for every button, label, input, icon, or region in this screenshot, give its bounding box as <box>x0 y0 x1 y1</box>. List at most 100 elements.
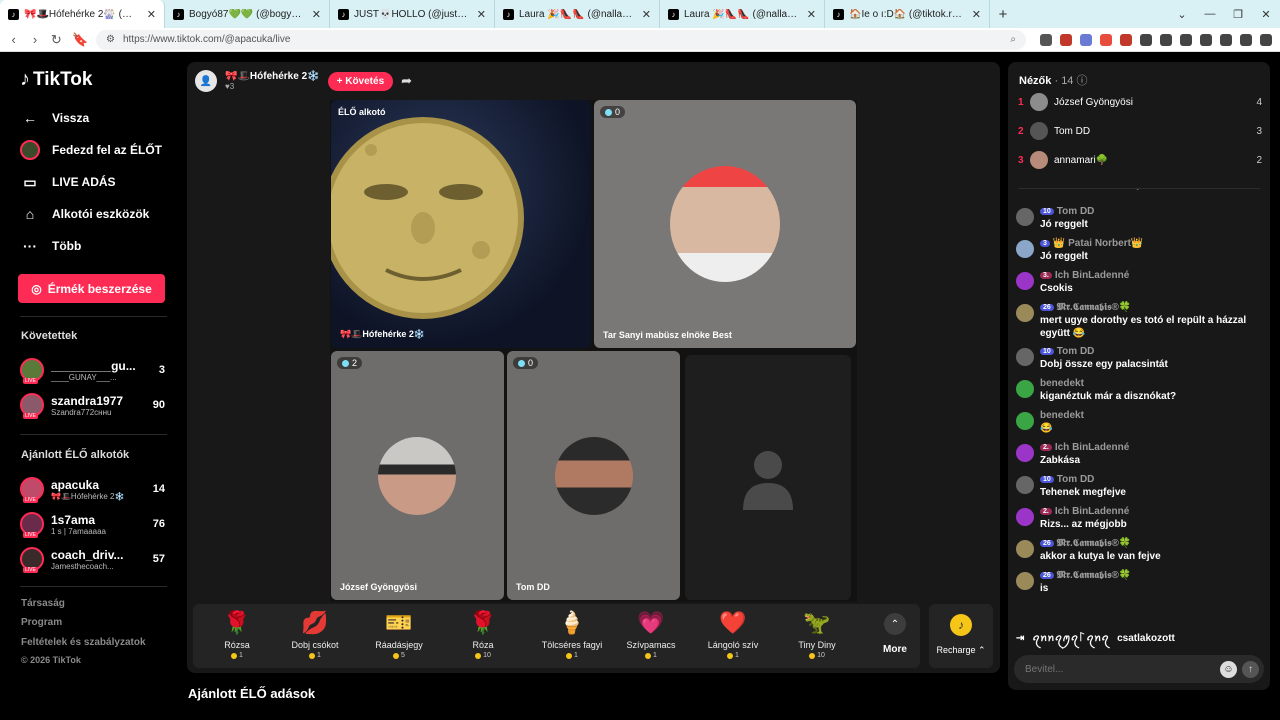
chat-message[interactable]: 2. Ich BinLadenné Rizs... az mégjobb <box>1016 506 1266 531</box>
chat-username[interactable]: 𝕸𝖗.𝕮𝖆𝖓𝖓𝖆𝖇𝖎𝖘®🍀 <box>1057 570 1132 581</box>
chat-username[interactable]: Ich BinLadenné <box>1055 442 1129 453</box>
close-tab-icon[interactable]: ✕ <box>312 8 321 21</box>
share-icon[interactable]: ➦ <box>401 73 412 89</box>
gift-item[interactable]: 🍦 Tölcséres fagyi 1 <box>527 610 617 666</box>
sidebar-icon[interactable] <box>1179 33 1192 46</box>
emoji-icon[interactable]: ☺ <box>1220 660 1237 678</box>
empty-guest-slot[interactable] <box>685 355 851 600</box>
footer-link-program[interactable]: Program <box>21 617 62 628</box>
gift-item[interactable]: 🦖 Tiny Diny 10 <box>777 610 857 666</box>
top-viewer-row[interactable]: 1 József Gyöngyösi 4 <box>1018 91 1262 113</box>
new-tab-button[interactable]: + <box>990 0 1016 28</box>
close-tab-icon[interactable]: ✕ <box>147 8 156 21</box>
follow-button[interactable]: + Követés <box>327 71 394 91</box>
browser-tab[interactable]: ♪ Laura 🎉👠👠 (@nalla2635) ÉLŐ ada ✕ <box>495 0 660 28</box>
bookmark-icon[interactable]: 🔖 <box>72 32 88 48</box>
privacy-extension-icon[interactable] <box>1079 33 1092 46</box>
color-extension-icon[interactable] <box>1099 33 1112 46</box>
download-icon[interactable] <box>1219 33 1232 46</box>
chat-username[interactable]: Ich BinLadenné <box>1055 270 1129 281</box>
gift-item[interactable]: 🎫 Ráadásjegy 5 <box>359 610 439 666</box>
tiktok-logo[interactable]: ♪ TikTok <box>20 68 92 91</box>
following-account[interactable]: LIVE _________gu... ____GUNAY___... 3 <box>20 354 165 386</box>
chat-message[interactable]: 3. Ich BinLadenné Csokis <box>1016 270 1266 295</box>
chat-username[interactable]: 👑 Patai Norbert👑 <box>1053 238 1143 249</box>
chat-message[interactable]: 10 Tom DD Tehenek megfejve <box>1016 474 1266 499</box>
chat-username[interactable]: 𝕸𝖗.𝕮𝖆𝖓𝖓𝖆𝖇𝖎𝖘®🍀 <box>1057 302 1132 313</box>
minimize-button[interactable]: — <box>1196 0 1224 28</box>
host-video-tile[interactable]: ÉLŐ alkotó 🎀🎩Hófehérke 2❄️ <box>331 100 591 348</box>
back-arrow-icon[interactable]: ‹ <box>8 32 19 47</box>
nav-creator-tools[interactable]: ⌂ Alkotói eszközök <box>20 198 170 230</box>
chat-username[interactable]: Tom DD <box>1057 346 1095 357</box>
chat-message[interactable]: 26 𝕸𝖗.𝕮𝖆𝖓𝖓𝖆𝖇𝖎𝖘®🍀 akkor a kutya le van fejv… <box>1016 538 1266 563</box>
recommended-account[interactable]: LIVE 1s7ama 1 s | 7amaaaaa 76 <box>20 508 165 540</box>
host-name[interactable]: 🎀🎩Hófehérke 2❄️ <box>225 71 320 82</box>
nav-go-live[interactable]: ▭ LIVE ADÁS <box>20 166 170 198</box>
site-info-icon[interactable]: ⚙ <box>106 34 115 45</box>
browser-tab[interactable]: ♪ 🎀🎩Hófehérke 2🎡 (@apacuka ✕ <box>0 0 165 28</box>
following-account[interactable]: LIVE szandra1977 Szandra772сннu 90 <box>20 389 165 421</box>
browser-tab[interactable]: ♪ 🏠Ie o ı:D🏠 (@tiktok.roli) ÉLŐ ad ✕ <box>825 0 990 28</box>
close-tab-icon[interactable]: ✕ <box>477 8 486 21</box>
chat-username[interactable]: Tom DD <box>1057 206 1095 217</box>
chat-input[interactable] <box>1025 663 1220 675</box>
more-gifts-button[interactable]: ⌃ More <box>873 610 917 655</box>
chat-username[interactable]: benedekt <box>1040 410 1084 421</box>
gift-item[interactable]: 🌹 Rózsa 1 <box>197 610 277 666</box>
nav-more[interactable]: ··· Több <box>20 230 170 262</box>
recommended-account[interactable]: LIVE coach_driv... Jamesthecoach... 57 <box>20 543 165 575</box>
gift-item[interactable]: ❤️ Lángoló szív 1 <box>693 610 773 666</box>
wallet-icon[interactable] <box>1199 33 1212 46</box>
chat-message[interactable]: 3 👑 Patai Norbert👑 Jó reggelt <box>1016 238 1266 263</box>
shield-extension-icon[interactable] <box>1039 33 1052 46</box>
chat-message[interactable]: 10 Tom DD Jó reggelt <box>1016 206 1266 231</box>
tab-search-icon[interactable]: ⌄ <box>1168 0 1196 28</box>
chat-username[interactable]: benedekt <box>1040 378 1084 389</box>
maximize-button[interactable]: ❐ <box>1224 0 1252 28</box>
top-viewer-row[interactable]: 3 annamari🌳 2 <box>1018 149 1262 171</box>
music-extension-icon[interactable] <box>1159 33 1172 46</box>
guest-video-tile[interactable]: 0 Tar Sanyi mabüsz elnöke Best <box>594 100 856 348</box>
triangle-extension-icon[interactable] <box>1059 33 1072 46</box>
guest-video-tile[interactable]: 0 Tom DD <box>507 351 680 600</box>
footer-link-terms[interactable]: Feltételek és szabályzatok <box>21 637 146 648</box>
reload-icon[interactable]: ↻ <box>51 32 62 48</box>
puzzle-extension-icon[interactable] <box>1139 33 1152 46</box>
host-avatar[interactable]: 👤 <box>195 70 217 92</box>
chat-message[interactable]: 26 𝕸𝖗.𝕮𝖆𝖓𝖓𝖆𝖇𝖎𝖘®🍀 is <box>1016 570 1266 595</box>
hls-extension-icon[interactable] <box>1119 33 1132 46</box>
close-tab-icon[interactable]: ✕ <box>642 8 651 21</box>
gift-item[interactable]: 💗 Szívpamacs 1 <box>611 610 691 666</box>
chat-username[interactable]: 𝕸𝖗.𝕮𝖆𝖓𝖓𝖆𝖇𝖎𝖘®🍀 <box>1057 538 1132 549</box>
recharge-button[interactable]: ♪ Recharge ⌃ <box>929 604 993 668</box>
nav-explore-live[interactable]: Fedezd fel az ÉLŐT <box>20 134 170 166</box>
guest-video-tile[interactable]: 2 József Gyöngyösi <box>331 351 504 600</box>
chat-username[interactable]: Tom DD <box>1057 474 1095 485</box>
buy-coins-button[interactable]: ◎ Érmék beszerzése <box>18 274 165 303</box>
chat-message[interactable]: benedekt kiganéztuk már a disznókat? <box>1016 378 1266 403</box>
chat-message[interactable]: 2. Ich BinLadenné Zabkása <box>1016 442 1266 467</box>
send-icon[interactable]: ↑ <box>1242 660 1259 678</box>
nav-back[interactable]: ← Vissza <box>20 102 170 134</box>
url-field[interactable]: ⚙ https://www.tiktok.com/@apacuka/live ⌕ <box>95 29 1026 50</box>
chat-message[interactable]: 10 Tom DD Dobj össze egy palacsintát <box>1016 346 1266 371</box>
close-tab-icon[interactable]: ✕ <box>972 8 981 21</box>
browser-tab[interactable]: ♪ JUST💀HOLLO (@justholloadam) É ✕ <box>330 0 495 28</box>
chat-username[interactable]: Ich BinLadenné <box>1055 506 1129 517</box>
browser-tab[interactable]: ♪ Bogyó87💚💚 (@bogyo87_) ÉLŐ a ✕ <box>165 0 330 28</box>
browser-tab[interactable]: ♪ Laura 🎉👠👠 (@nalla2635) ÉLŐ ada ✕ <box>660 0 825 28</box>
top-viewer-row[interactable]: 2 Tom DD 3 <box>1018 120 1262 142</box>
chat-message[interactable]: benedekt 😂 <box>1016 410 1266 435</box>
gift-item[interactable]: 💋 Dobj csókot 1 <box>275 610 355 666</box>
vpn-icon[interactable] <box>1239 33 1252 46</box>
footer-link-company[interactable]: Társaság <box>21 598 65 609</box>
chat-message[interactable]: 26 𝕸𝖗.𝕮𝖆𝖓𝖓𝖆𝖇𝖎𝖘®🍀 mert ugye dorothy es totó… <box>1016 302 1266 340</box>
menu-icon[interactable] <box>1259 33 1272 46</box>
recommended-account[interactable]: LIVE apacuka 🎀🎩Hófehérke 2❄️ 14 <box>20 473 165 505</box>
zoom-icon[interactable]: ⌕ <box>1010 34 1016 45</box>
forward-arrow-icon[interactable]: › <box>29 32 40 47</box>
gift-item[interactable]: 🌹 Róza 10 <box>443 610 523 666</box>
close-tab-icon[interactable]: ✕ <box>807 8 816 21</box>
close-window-button[interactable]: ✕ <box>1252 0 1280 28</box>
